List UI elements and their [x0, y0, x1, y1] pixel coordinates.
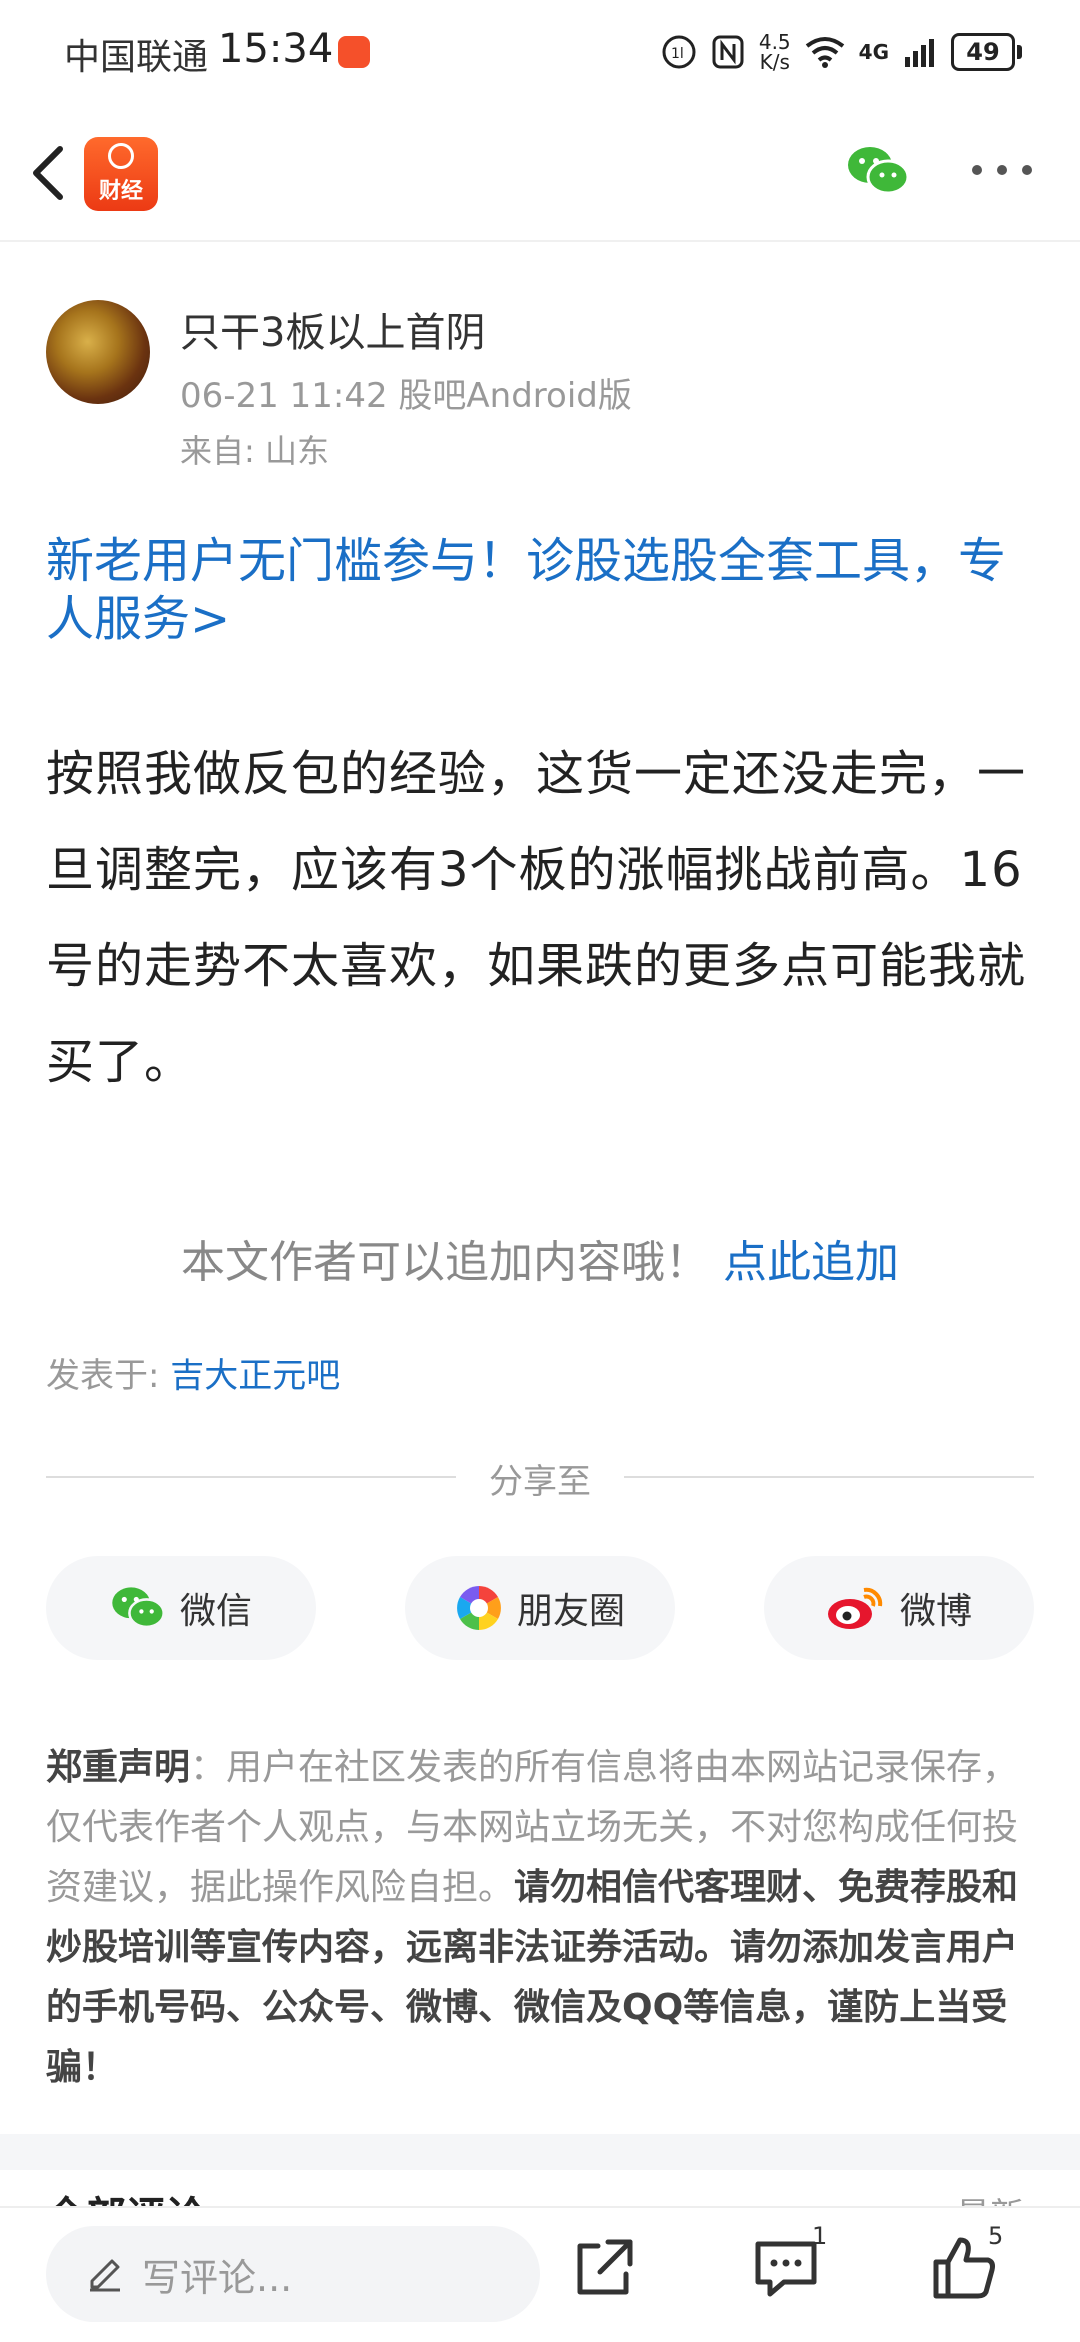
battery-icon: 49 [951, 33, 1015, 71]
share-wechat-label: 微信 [179, 1591, 252, 1632]
share-label: 分享至 [489, 1462, 591, 1502]
posted-in-label: 发表于: [46, 1356, 160, 1396]
like-count-badge: 5 [988, 2222, 1004, 2250]
stock-bar-link[interactable]: 吉大正元吧 [170, 1356, 340, 1396]
share-weibo-label: 微博 [899, 1591, 972, 1632]
logo-mark-icon [108, 143, 134, 169]
author-avatar[interactable] [46, 300, 150, 404]
append-content-row: 本文作者可以追加内容哦！ 点此追加 [0, 1226, 1080, 1290]
net-speed-unit: K/s [759, 50, 790, 74]
pencil-icon [90, 2259, 120, 2292]
status-bar: 中国联通 15:34 1l 4.5 K/s 4G 49 [0, 0, 1080, 105]
weibo-icon [827, 1587, 883, 1629]
net-speed-value: 4.5 [758, 30, 791, 54]
section-gap [0, 2134, 1080, 2170]
network-type: 4G [858, 40, 889, 64]
wechat-share-icon[interactable] [846, 143, 910, 199]
share-weibo-button[interactable]: 微博 [764, 1556, 1034, 1660]
comment-count-badge: 1 [812, 2222, 828, 2250]
app-logo: 财经 [84, 137, 158, 211]
status-icons: 1l 4.5 K/s 4G 49 [661, 28, 1022, 76]
append-hint: 本文作者可以追加内容哦！ [181, 1237, 709, 1288]
nfc-icon [712, 35, 744, 69]
post-body: 按照我做反包的经验，这货一定还没走完，一旦调整完，应该有3个板的涨幅挑战前高。1… [46, 746, 1027, 1090]
nav-bar: 财经 [0, 105, 1080, 242]
share-wechat-button[interactable]: 微信 [46, 1556, 316, 1660]
battery-level: 49 [966, 38, 1000, 66]
author-name[interactable]: 只干3板以上首阴 [180, 300, 485, 358]
signal-icon [905, 39, 934, 67]
share-moments-button[interactable]: 朋友圈 [405, 1556, 675, 1660]
append-content-link[interactable]: 点此追加 [723, 1237, 899, 1288]
comments-header: 全部评论 最新 [0, 2170, 1080, 2206]
share-icon[interactable] [568, 2232, 640, 2304]
carrier-name: 中国联通 [64, 37, 209, 78]
more-options-icon[interactable] [972, 165, 1032, 181]
promo-link[interactable]: 新老用户无门槛参与！诊股选股全套工具，专人服务> [46, 532, 1006, 648]
moments-icon [456, 1586, 501, 1630]
network-speed: 4.5 K/s [759, 32, 791, 72]
svg-text:1l: 1l [671, 46, 684, 62]
wifi-icon [805, 37, 844, 68]
disclaimer: 郑重声明：用户在社区发表的所有信息将由本网站记录保存，仅代表作者个人观点，与本网… [46, 1738, 1036, 2098]
post-meta: 06-21 11:42 股吧Android版 [180, 376, 632, 416]
notification-app-icon [338, 36, 370, 68]
comment-input[interactable]: 写评论... [46, 2226, 540, 2322]
share-divider: 分享至 [46, 1450, 1034, 1502]
comment-placeholder: 写评论... [142, 2255, 293, 2300]
share-moments-label: 朋友圈 [516, 1591, 625, 1632]
wechat-icon [112, 1587, 165, 1629]
back-arrow-icon[interactable] [22, 143, 78, 203]
disclaimer-title: 郑重声明 [46, 1747, 191, 1788]
app-logo-text: 财经 [98, 179, 143, 204]
comments-title: 全部评论 [46, 2184, 206, 2206]
bottom-bar: 写评论... 1 5 [0, 2206, 1080, 2342]
comments-sort[interactable]: 最新 [956, 2188, 1024, 2206]
posted-in: 发表于: 吉大正元吧 [46, 1348, 340, 1397]
clock: 15:34 [218, 26, 334, 72]
post-location: 来自: 山东 [180, 432, 329, 470]
battery-tip [1017, 45, 1022, 59]
hd-call-icon: 1l [662, 35, 696, 69]
